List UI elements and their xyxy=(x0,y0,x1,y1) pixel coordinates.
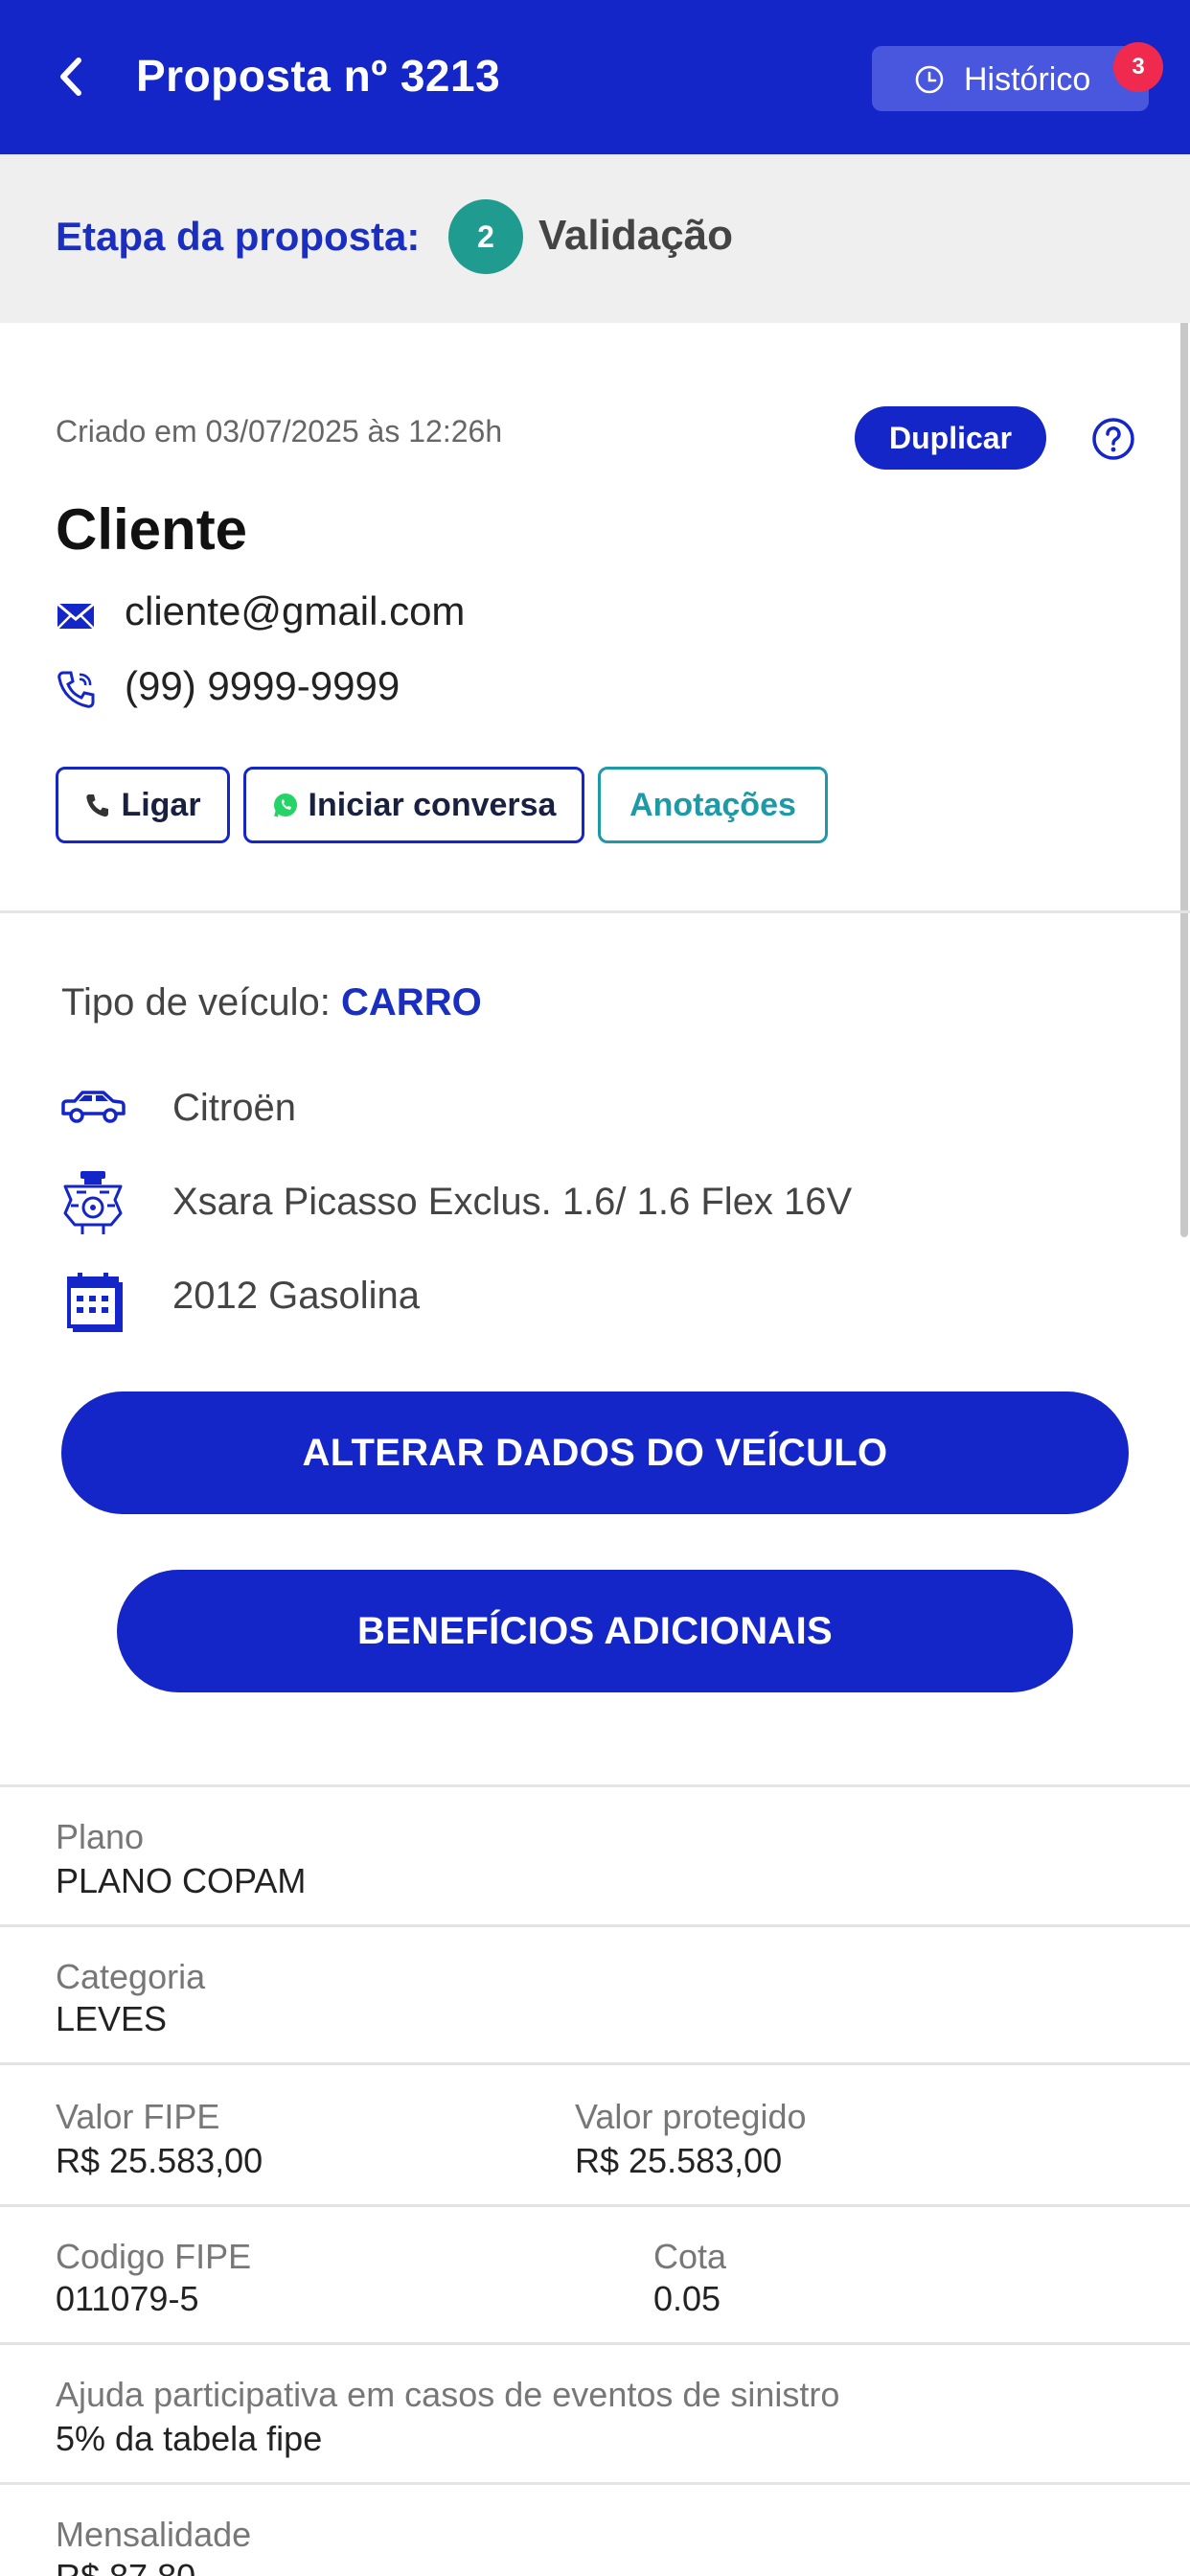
fipe-value-label: Valor FIPE xyxy=(56,2097,220,2136)
help-participation-value: 5% da tabela fipe xyxy=(56,2419,323,2458)
row-divider xyxy=(0,2062,1190,2065)
vehicle-model: Xsara Picasso Exclus. 1.6/ 1.6 Flex 16V xyxy=(172,1181,853,1223)
monthly-fee-label: Mensalidade xyxy=(56,2515,252,2554)
vehicle-year: 2012 Gasolina xyxy=(172,1275,420,1317)
notes-button[interactable]: Anotações xyxy=(598,767,828,843)
section-divider xyxy=(0,1784,1190,1787)
phone-icon xyxy=(57,671,95,708)
app-header: Proposta nº 3213 Histórico xyxy=(0,0,1190,154)
call-button[interactable]: Ligar xyxy=(56,767,230,843)
envelope-icon xyxy=(57,602,95,630)
client-email[interactable]: cliente@gmail.com xyxy=(125,588,465,634)
back-arrow-icon xyxy=(60,58,81,96)
category-label: Categoria xyxy=(56,1957,206,1996)
call-label: Ligar xyxy=(121,786,201,823)
row-divider xyxy=(0,2204,1190,2207)
stage-number-badge: 2 xyxy=(448,199,523,274)
start-chat-button[interactable]: Iniciar conversa xyxy=(243,767,584,843)
quota-value: 0.05 xyxy=(653,2279,721,2318)
start-chat-label: Iniciar conversa xyxy=(308,786,557,823)
row-divider xyxy=(0,2482,1190,2485)
clock-icon xyxy=(915,65,944,94)
stage-name: Validação xyxy=(538,212,734,259)
client-phone[interactable]: (99) 9999-9999 xyxy=(125,663,400,709)
stage-banner: Etapa da proposta: 2 Validação xyxy=(0,154,1190,323)
fipe-code-label: Codigo FIPE xyxy=(56,2237,252,2276)
notes-label: Anotações xyxy=(629,786,796,823)
car-icon xyxy=(61,1091,126,1123)
vehicle-type-label: Tipo de veículo: xyxy=(61,981,331,1024)
client-name: Cliente xyxy=(56,497,248,562)
plan-value: PLANO COPAM xyxy=(56,1861,307,1900)
row-divider xyxy=(0,1924,1190,1927)
calendar-icon xyxy=(67,1273,123,1332)
section-divider xyxy=(0,910,1190,913)
monthly-fee-value: R$ 87,80 xyxy=(56,2557,195,2576)
quota-label: Cota xyxy=(653,2237,727,2276)
duplicate-button[interactable]: Duplicar xyxy=(855,406,1046,470)
protected-value-label: Valor protegido xyxy=(575,2097,807,2136)
engine-icon xyxy=(63,1171,123,1234)
page-title: Proposta nº 3213 xyxy=(136,51,501,101)
row-divider xyxy=(0,2342,1190,2345)
fipe-code-value: 011079-5 xyxy=(56,2279,199,2318)
history-button[interactable]: Histórico xyxy=(872,46,1149,111)
whatsapp-icon xyxy=(273,794,297,817)
category-value: LEVES xyxy=(56,1999,168,2038)
stage-label: Etapa da proposta: xyxy=(56,214,421,259)
plan-label: Plano xyxy=(56,1817,145,1856)
change-vehicle-button[interactable]: ALTERAR DADOS DO VEÍCULO xyxy=(61,1392,1129,1514)
back-button[interactable] xyxy=(48,53,96,101)
additional-benefits-button[interactable]: BENEFÍCIOS ADICIONAIS xyxy=(117,1570,1073,1692)
vehicle-brand: Citroën xyxy=(172,1087,296,1129)
vehicle-type-value: CARRO xyxy=(341,981,482,1024)
history-label: Histórico xyxy=(964,61,1091,98)
phone-small-icon xyxy=(86,794,109,817)
history-count-badge: 3 xyxy=(1113,42,1163,92)
created-date: Criado em 03/07/2025 às 12:26h xyxy=(56,414,503,448)
protected-value: R$ 25.583,00 xyxy=(575,2141,783,2180)
fipe-value: R$ 25.583,00 xyxy=(56,2141,263,2180)
help-icon[interactable] xyxy=(1090,416,1136,462)
help-participation-label: Ajuda participativa em casos de eventos … xyxy=(56,2375,840,2414)
vehicle-type: Tipo de veículo: CARRO xyxy=(61,981,482,1024)
